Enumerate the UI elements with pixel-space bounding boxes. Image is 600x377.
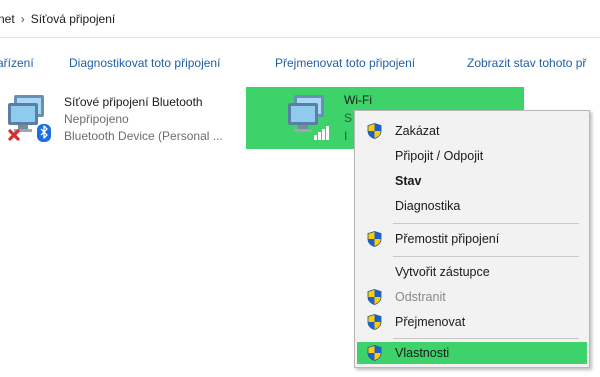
network-bluetooth-disconnected-icon [4,91,56,143]
menu-separator [393,223,579,224]
menu-item-status[interactable]: Stav [355,170,589,192]
menu-separator [393,338,579,339]
connection-status-bluetooth: Nepřipojeno [64,112,129,126]
breadcrumb: rnet › Síťová připojení [0,0,600,38]
toolbar-rename-button[interactable]: Přejmenovat toto připojení [275,56,415,70]
menu-item-rename[interactable]: Přejmenovat [355,311,589,333]
menu-item-label: Připojit / Odpojit [395,149,484,163]
menu-item-diagnose[interactable]: Diagnostika [355,195,589,217]
menu-item-label: Přemostit připojení [395,232,500,246]
menu-separator [393,256,579,257]
command-toolbar: ařízení Diagnostikovat toto připojení Př… [0,46,600,78]
connection-device-wifi: I [344,129,348,143]
uac-shield-icon [367,314,382,330]
uac-shield-icon [367,231,382,247]
menu-item-label: Vytvořit zástupce [395,265,490,279]
toolbar-diagnose-button[interactable]: Diagnostikovat toto připojení [69,56,220,70]
connection-device-bluetooth: Bluetooth Device (Personal ... [64,129,223,143]
uac-shield-icon [367,289,382,305]
menu-item-connect-disconnect[interactable]: Připojit / Odpojit [355,145,589,167]
menu-item-label: Vlastnosti [395,346,450,360]
uac-shield-icon [367,345,382,361]
menu-item-create-shortcut[interactable]: Vytvořit zástupce [355,261,589,283]
context-menu: Zakázat Připojit / Odpojit Stav Diagnost… [354,110,590,368]
toolbar-disable-device-button[interactable]: ařízení [0,56,34,70]
menu-item-disable[interactable]: Zakázat [355,120,589,142]
connection-status-wifi: S [344,111,353,125]
connection-name-wifi: Wi-Fi [344,93,372,107]
toolbar-view-status-button[interactable]: Zobrazit stav tohoto př [467,56,586,70]
menu-item-label: Odstranit [395,290,446,304]
menu-item-label: Diagnostika [395,199,461,213]
menu-item-bridge-connections[interactable]: Přemostit připojení [355,228,589,250]
menu-item-label: Stav [395,174,422,188]
breadcrumb-item-network-connections[interactable]: Síťová připojení [31,12,116,26]
breadcrumb-item-internet[interactable]: rnet [0,12,15,26]
menu-item-delete: Odstranit [355,286,589,308]
network-wifi-icon [284,91,336,143]
uac-shield-icon [367,123,382,139]
connection-name-bluetooth: Síťové připojení Bluetooth [64,95,203,109]
menu-item-label: Přejmenovat [395,315,466,329]
connection-item-bluetooth[interactable]: Síťové připojení Bluetooth Nepřipojeno B… [0,87,240,149]
menu-item-properties[interactable]: Vlastnosti [357,342,587,364]
breadcrumb-separator: › [20,11,25,26]
menu-item-label: Zakázat [395,124,440,138]
